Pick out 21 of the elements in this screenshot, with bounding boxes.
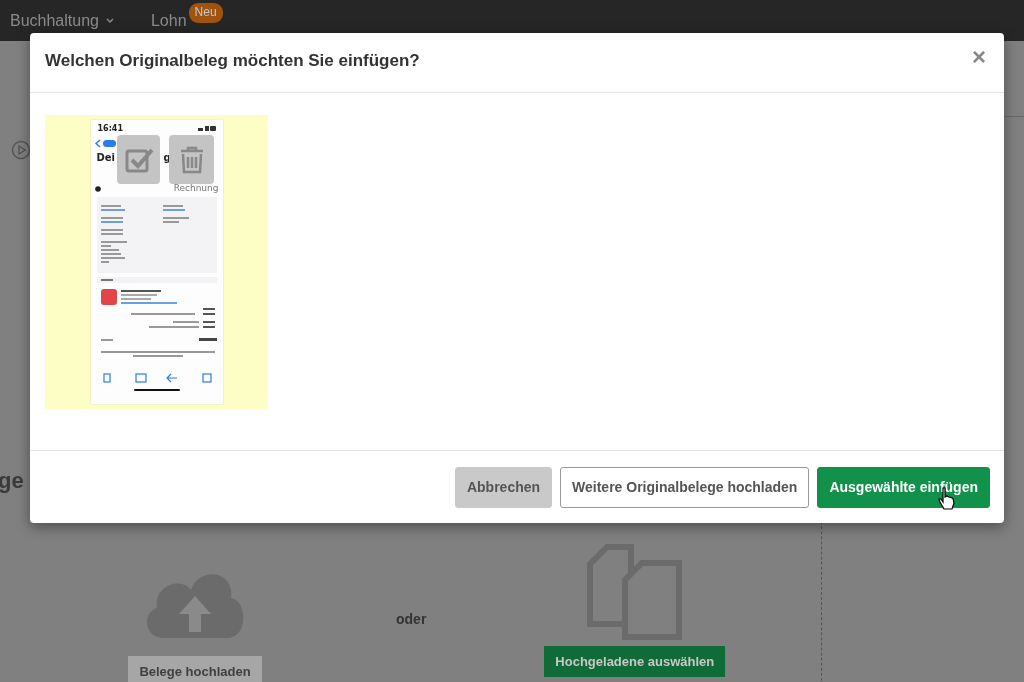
upload-receipts-button[interactable]: Belege hochladen	[128, 656, 262, 682]
select-tile[interactable]	[117, 135, 160, 184]
back-icon	[94, 139, 117, 148]
delete-tile[interactable]	[169, 135, 214, 184]
status-time: 16:41	[97, 124, 123, 133]
chevron-down-icon	[104, 16, 115, 25]
close-button[interactable]: ×	[968, 42, 990, 71]
play-icon[interactable]	[11, 140, 31, 160]
upload-more-button[interactable]: Weitere Originalbelege hochladen	[560, 466, 810, 508]
select-uploaded-button[interactable]: Hochgeladene auswählen	[544, 646, 726, 677]
new-badge: Neu	[188, 2, 223, 23]
nav-menu-item[interactable]: Buchhaltung	[10, 11, 115, 30]
cancel-button[interactable]: Abbrechen	[454, 466, 553, 508]
trash-icon	[179, 145, 204, 174]
insert-selected-button[interactable]: Ausgewählte einfügen	[817, 466, 990, 508]
document-label: Rechnung	[173, 183, 219, 193]
dialog-title: Welchen Originalbeleg möchten Sie einfügen?	[45, 50, 420, 71]
separator-text: oder	[396, 611, 427, 627]
status-icons	[197, 126, 216, 131]
email-heading: Dei	[96, 152, 116, 163]
nav-menu-item[interactable]: Lohn	[150, 11, 187, 30]
